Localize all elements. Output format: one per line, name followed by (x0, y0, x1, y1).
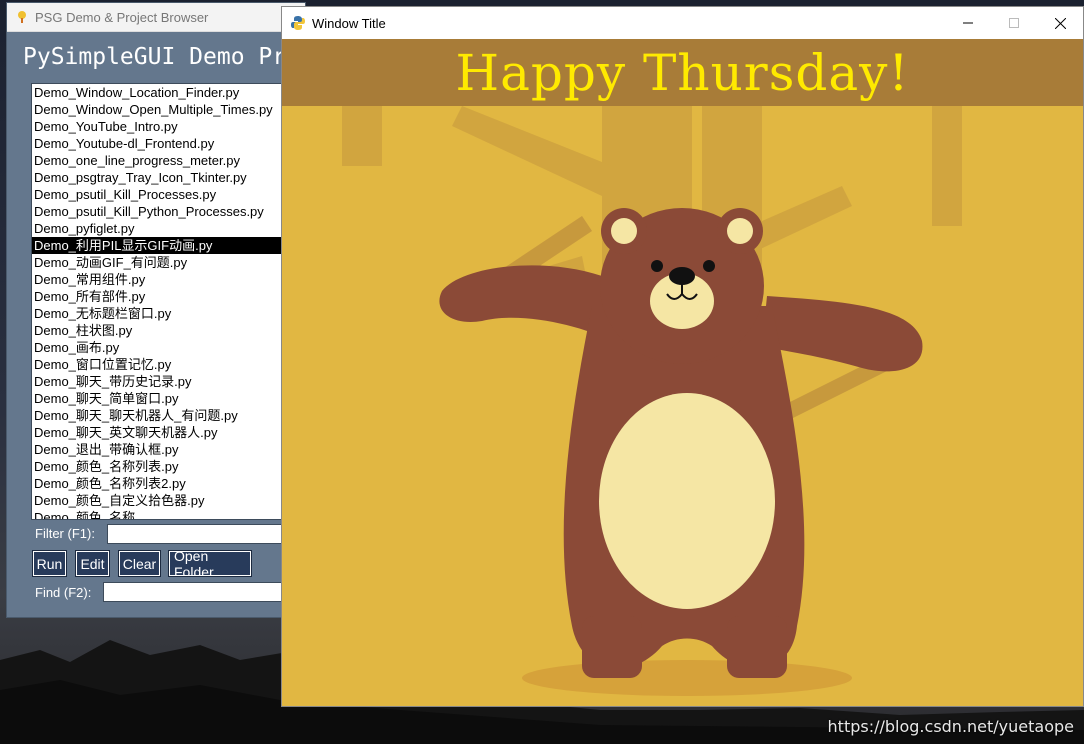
file-list-item[interactable]: Demo_pyfiglet.py (32, 220, 302, 237)
edit-button[interactable]: Edit (75, 550, 110, 577)
file-list-item[interactable]: Demo_利用PIL显示GIF动画.py (32, 237, 302, 254)
clear-button[interactable]: Clear (118, 550, 161, 577)
filter-input[interactable] (107, 524, 299, 544)
file-list-item[interactable]: Demo_颜色_名称列表.py (32, 458, 302, 475)
file-list-item[interactable]: Demo_聊天_聊天机器人_有问题.py (32, 407, 302, 424)
file-list-item[interactable]: Demo_颜色_名称 (32, 509, 302, 519)
filter-label: Filter (F1): (35, 526, 95, 541)
file-list-item[interactable]: Demo_柱状图.py (32, 322, 302, 339)
file-list-item[interactable]: Demo_Youtube-dl_Frontend.py (32, 135, 302, 152)
file-list-item[interactable]: Demo_psgtray_Tray_Icon_Tkinter.py (32, 169, 302, 186)
psg-titlebar[interactable]: PSG Demo & Project Browser (7, 3, 305, 32)
gif-window: Window Title Happy Thursday! (281, 6, 1084, 707)
file-list-item[interactable]: Demo_退出_带确认框.py (32, 441, 302, 458)
file-list-item[interactable]: Demo_颜色_名称列表2.py (32, 475, 302, 492)
close-button[interactable] (1037, 7, 1083, 39)
close-icon (1054, 17, 1066, 29)
run-button[interactable]: Run (32, 550, 67, 577)
file-list-item[interactable]: Demo_psutil_Kill_Python_Processes.py (32, 203, 302, 220)
gif-window-title: Window Title (312, 15, 386, 31)
greeting-text: Happy Thursday! (455, 43, 910, 102)
file-list-item[interactable]: Demo_颜色_自定义拾色器.py (32, 492, 302, 509)
maximize-icon (1009, 18, 1019, 28)
gif-window-titlebar[interactable]: Window Title (282, 7, 1083, 39)
file-list-item[interactable]: Demo_聊天_简单窗口.py (32, 390, 302, 407)
bear-gif-image (282, 106, 1083, 706)
psg-demo-browser-window: PSG Demo & Project Browser PySimpleGUI D… (6, 2, 306, 618)
file-list-item[interactable]: Demo_常用组件.py (32, 271, 302, 288)
find-input[interactable] (103, 582, 299, 602)
psg-app-icon (18, 11, 26, 23)
file-list-item[interactable]: Demo_psutil_Kill_Processes.py (32, 186, 302, 203)
minimize-button[interactable] (945, 7, 991, 39)
file-list-item[interactable]: Demo_窗口位置记忆.py (32, 356, 302, 373)
python-logo-icon (291, 16, 305, 30)
file-list-item[interactable]: Demo_Window_Location_Finder.py (32, 84, 302, 101)
csdn-watermark: https://blog.csdn.net/yuetaope (827, 717, 1074, 736)
psg-window-title: PSG Demo & Project Browser (35, 9, 209, 25)
find-label: Find (F2): (35, 585, 92, 600)
file-list-item[interactable]: Demo_聊天_英文聊天机器人.py (32, 424, 302, 441)
file-list-item[interactable]: Demo_画布.py (32, 339, 302, 356)
greeting-banner: Happy Thursday! (282, 39, 1083, 106)
open-folder-button[interactable]: Open Folder (168, 548, 252, 580)
file-listbox[interactable]: Demo_Window_Location_Finder.py Demo_Windo… (31, 83, 303, 520)
file-list-item[interactable]: Demo_Window_Open_Multiple_Times.py (32, 101, 302, 118)
minimize-icon (963, 22, 973, 24)
file-list-item[interactable]: Demo_动画GIF_有问题.py (32, 254, 302, 271)
maximize-button[interactable] (991, 7, 1037, 39)
file-list-item[interactable]: Demo_YouTube_Intro.py (32, 118, 302, 135)
file-list-item[interactable]: Demo_聊天_带历史记录.py (32, 373, 302, 390)
file-list-item[interactable]: Demo_one_line_progress_meter.py (32, 152, 302, 169)
file-list-item[interactable]: Demo_无标题栏窗口.py (32, 305, 302, 322)
file-list-item[interactable]: Demo_所有部件.py (32, 288, 302, 305)
psg-heading: PySimpleGUI Demo Pr (23, 44, 287, 70)
